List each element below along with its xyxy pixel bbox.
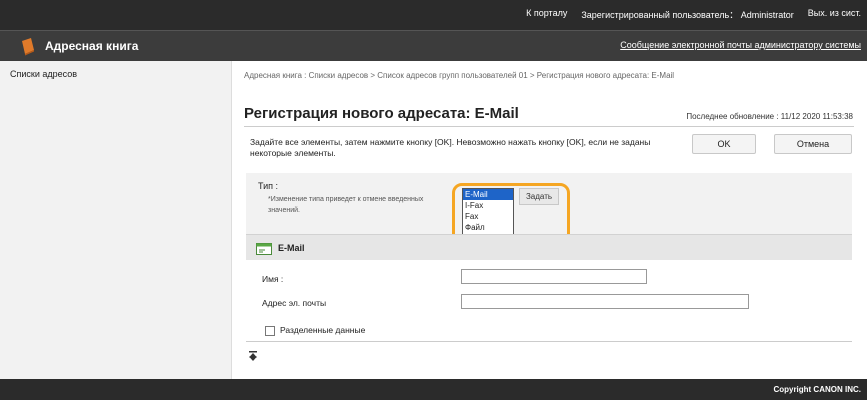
app-title: Адресная книга bbox=[45, 39, 139, 53]
breadcrumb: Адресная книга : Списки адресов > Список… bbox=[244, 71, 675, 80]
type-change-note: *Изменение типа приведет к отмене введен… bbox=[268, 196, 424, 214]
divided-data-checkbox[interactable] bbox=[265, 326, 275, 336]
type-option-file[interactable]: Файл bbox=[463, 222, 513, 233]
type-option-ifax[interactable]: I-Fax bbox=[463, 200, 513, 211]
main-content: Адресная книга : Списки адресов > Список… bbox=[232, 61, 867, 379]
top-links: К порталу Зарегистрированный пользовател… bbox=[526, 8, 861, 21]
logout-link[interactable]: Вых. из сист. bbox=[808, 8, 861, 21]
form-divider bbox=[246, 341, 852, 342]
app-header: Адресная книга Сообщение электронной поч… bbox=[0, 30, 867, 61]
top-bar: К порталу Зарегистрированный пользовател… bbox=[0, 0, 867, 30]
sidebar: Списки адресов bbox=[0, 61, 232, 379]
type-label: Тип : bbox=[258, 181, 279, 191]
page-title: Регистрация нового адресата: E-Mail bbox=[244, 105, 519, 122]
last-update: Последнее обновление : 11/12 2020 11:53:… bbox=[686, 112, 853, 121]
title-divider bbox=[244, 126, 854, 127]
scroll-to-top-icon[interactable] bbox=[248, 351, 258, 361]
address-book-icon bbox=[22, 38, 34, 56]
cancel-button[interactable]: Отмена bbox=[774, 134, 852, 154]
portal-link[interactable]: К порталу bbox=[526, 8, 567, 21]
admin-email-link[interactable]: Сообщение электронной почты администрато… bbox=[620, 40, 861, 50]
divided-data-label: Разделенные данные bbox=[280, 325, 366, 335]
email-section-title: E-Mail bbox=[278, 243, 305, 253]
footer: Copyright CANON INC. bbox=[0, 379, 867, 400]
name-input[interactable] bbox=[461, 269, 647, 284]
email-icon bbox=[256, 243, 272, 255]
instruction-text: Задайте все элементы, затем нажмите кноп… bbox=[250, 137, 651, 158]
type-option-email[interactable]: E-Mail bbox=[463, 189, 513, 200]
copyright-text: Copyright CANON INC. bbox=[773, 385, 861, 394]
email-section-header: E-Mail bbox=[246, 234, 852, 260]
ok-button[interactable]: OK bbox=[692, 134, 756, 154]
set-type-button[interactable]: Задать bbox=[519, 188, 559, 205]
type-option-fax[interactable]: Fax bbox=[463, 211, 513, 222]
name-label: Имя : bbox=[262, 274, 284, 284]
registered-user-text: Зарегистрированный пользователь： Adminis… bbox=[581, 10, 794, 20]
sidebar-item-address-lists[interactable]: Списки адресов bbox=[0, 61, 231, 87]
email-address-input[interactable] bbox=[461, 294, 749, 309]
email-address-label: Адрес эл. почты bbox=[262, 298, 327, 308]
